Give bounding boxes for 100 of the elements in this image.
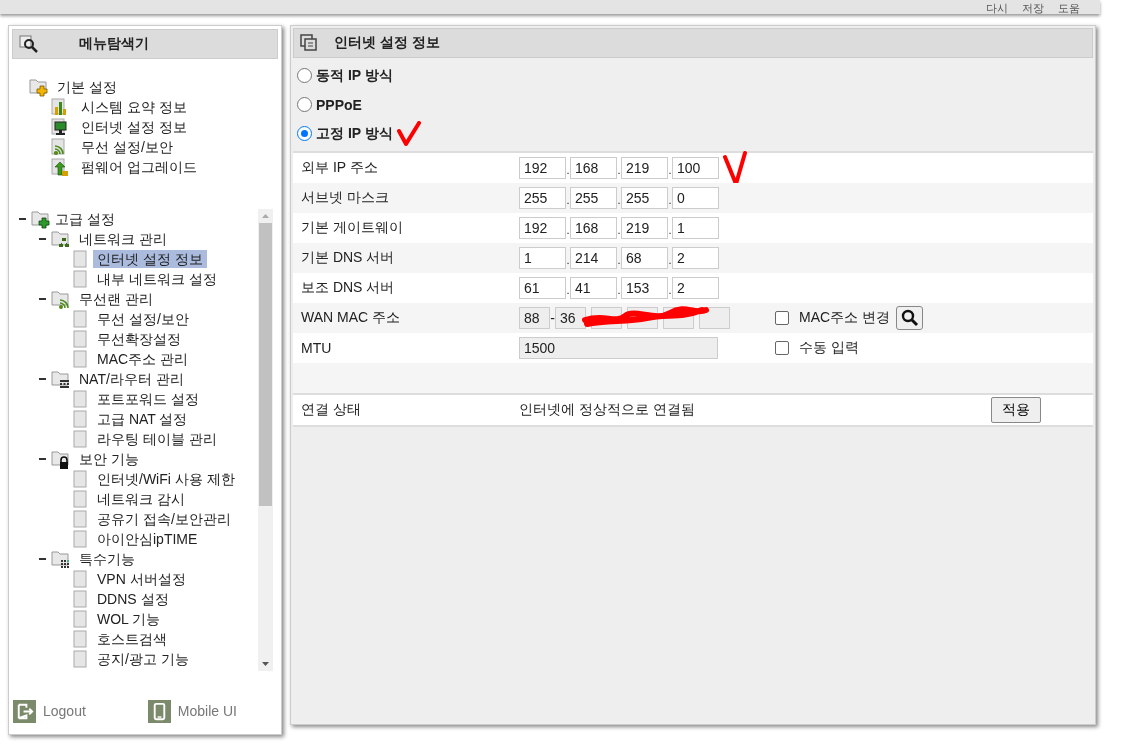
separator-dot: . (668, 284, 672, 298)
menu-group[interactable]: 무선랜 관리 (75, 290, 153, 308)
toolbar-link[interactable]: 저장 (1022, 2, 1044, 14)
page-icon (73, 330, 87, 348)
radio-button[interactable] (297, 126, 312, 141)
octet-field[interactable]: 153 (621, 277, 668, 299)
octet-field[interactable]: 255 (570, 187, 617, 209)
radio-label[interactable]: 고정 IP 방식 (316, 124, 393, 143)
field-label: MTU (300, 340, 333, 356)
page-icon (73, 430, 87, 448)
menu-group[interactable]: 고급 설정 (55, 210, 115, 228)
checkbox[interactable] (775, 311, 789, 325)
page-icon (73, 310, 87, 328)
octet-field[interactable]: 2 (672, 247, 719, 269)
octet-field[interactable]: 219 (621, 157, 668, 179)
menu-item[interactable]: 라우팅 테이블 관리 (93, 430, 221, 448)
octet-field[interactable]: 1 (672, 217, 719, 239)
menu-item[interactable]: 네트워크 감시 (93, 490, 189, 508)
search-icon (19, 35, 39, 53)
menu-item[interactable]: 고급 NAT 설정 (93, 410, 192, 428)
field-label: 보조 DNS 서버 (300, 279, 396, 297)
menu-item[interactable]: VPN 서버설정 (93, 570, 190, 588)
page-icon (73, 270, 87, 288)
page-icon (73, 570, 87, 588)
menu-group[interactable]: 보안 기능 (75, 450, 139, 468)
separator-dot: . (617, 164, 621, 178)
octet-field[interactable]: 192 (519, 157, 566, 179)
menu-item[interactable]: 펌웨어 업그레이드 (77, 158, 197, 176)
separator-dash: - (550, 310, 555, 326)
octet-field[interactable]: 1 (519, 247, 566, 269)
mac-field[interactable] (699, 307, 730, 329)
menu-item[interactable]: 무선확장설정 (93, 330, 185, 348)
octet-field[interactable]: 214 (570, 247, 617, 269)
octet-field[interactable]: 168 (570, 217, 617, 239)
page-icon (73, 510, 87, 528)
separator-dot: . (617, 224, 621, 238)
octet-field[interactable]: 68 (621, 247, 668, 269)
check-mark-drawing (396, 120, 421, 147)
menu-group[interactable]: 특수기능 (75, 550, 135, 568)
menu-item[interactable]: 무선 설정/보안 (77, 138, 173, 156)
radio-button[interactable] (297, 68, 312, 83)
menu-item[interactable]: 호스트검색 (93, 630, 171, 648)
page-icon (73, 390, 87, 408)
separator-dot: . (566, 224, 570, 238)
octet-field[interactable]: 100 (672, 157, 719, 179)
radio-button[interactable] (297, 97, 312, 112)
radio-label[interactable]: PPPoE (316, 96, 362, 113)
apply-button[interactable]: 적용 (991, 397, 1041, 423)
checkbox-label[interactable]: MAC주소 변경 (799, 309, 890, 327)
page-icon (73, 590, 87, 608)
separator-dot: . (617, 254, 621, 268)
toolbar-link[interactable]: 다시 (986, 2, 1008, 14)
menu-group[interactable]: NAT/라우터 관리 (75, 370, 184, 388)
menu-item[interactable]: 공유기 접속/보안관리 (93, 510, 235, 528)
radio-label[interactable]: 동적 IP 방식 (316, 66, 393, 85)
octet-field[interactable]: 0 (672, 187, 719, 209)
menu-item[interactable]: DDNS 설정 (93, 590, 173, 608)
menu-item[interactable]: 공지/광고 기능 (93, 650, 193, 668)
mac-field[interactable]: 88 (519, 307, 550, 329)
menu-item[interactable]: 인터넷 설정 정보 (93, 250, 207, 268)
menu-item[interactable]: 인터넷/WiFi 사용 제한 (93, 470, 239, 488)
octet-field[interactable]: 168 (570, 157, 617, 179)
search-button[interactable] (896, 306, 923, 330)
menu-item[interactable]: WOL 기능 (93, 610, 165, 628)
menu-item[interactable]: MAC주소 관리 (93, 350, 192, 368)
separator-dot: . (566, 254, 570, 268)
separator-dot: . (668, 194, 672, 208)
menu-item[interactable]: 시스템 요약 정보 (77, 98, 187, 116)
page-icon (73, 470, 87, 488)
folder-icon (31, 209, 53, 229)
octet-field[interactable]: 255 (519, 187, 566, 209)
menu-item[interactable]: 인터넷 설정 정보 (77, 118, 187, 136)
scrollbar[interactable] (258, 209, 273, 671)
page-icon (73, 250, 87, 268)
octet-field[interactable]: 219 (621, 217, 668, 239)
footer-link[interactable]: Logout (13, 699, 86, 723)
phone-icon (147, 699, 171, 723)
menu-item[interactable]: 포트포워드 설정 (93, 390, 203, 408)
menu-group[interactable]: 기본 설정 (57, 78, 117, 96)
separator-dot: . (668, 224, 672, 238)
menu-item[interactable]: 무선 설정/보안 (93, 310, 193, 328)
octet-field[interactable]: 41 (570, 277, 617, 299)
octet-field[interactable]: 192 (519, 217, 566, 239)
menu-item[interactable]: 내부 네트워크 설정 (93, 270, 221, 288)
octet-field[interactable]: 255 (621, 187, 668, 209)
page-icon (73, 410, 87, 428)
footer-link[interactable]: Mobile UI (147, 699, 237, 723)
field-label: 기본 게이트웨이 (300, 219, 404, 237)
mac-field[interactable]: 36 (555, 307, 586, 329)
octet-field[interactable]: 61 (519, 277, 566, 299)
page-icon (73, 350, 87, 368)
upload-icon (51, 157, 71, 177)
menu-item[interactable]: 아이안심ipTIME (93, 530, 202, 548)
menu-group[interactable]: 네트워크 관리 (75, 230, 167, 248)
field-label: 서브넷 마스크 (300, 189, 390, 207)
octet-field[interactable]: 2 (672, 277, 719, 299)
separator-dot: . (566, 284, 570, 298)
page-icon (73, 610, 87, 628)
toolbar-link[interactable]: 도움 (1058, 2, 1080, 14)
field-label: WAN MAC 주소 (300, 309, 402, 327)
